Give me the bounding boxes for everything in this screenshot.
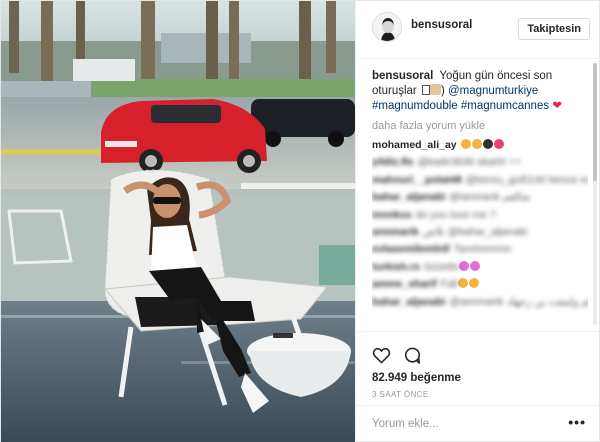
emoji-icon [457, 278, 468, 289]
emoji-face-icon [429, 84, 441, 95]
comment-text: Güzelin [423, 260, 460, 273]
caption-mention[interactable]: @magnumturkiye [448, 85, 538, 97]
action-icons [372, 344, 586, 366]
comment-username[interactable]: evlasemilemlnll [372, 243, 450, 255]
emoji-icon [468, 278, 479, 289]
emoji-icon [460, 139, 471, 149]
photo-scene [1, 1, 355, 442]
comment-username[interactable]: bahar_aljanabi [372, 191, 446, 203]
comment-row: annmarik نلاش @bahar_aljanabi [372, 224, 588, 241]
comment-text: Tanrimmmm [453, 243, 512, 256]
post-timestamp[interactable]: 3 SAAT ÖNCE [372, 390, 586, 399]
comment-text: @kadir3636 skarlrt ++ [417, 156, 521, 169]
add-comment-input[interactable] [372, 415, 552, 433]
heart-outline-icon[interactable] [372, 346, 391, 365]
comment-text: @kereu_gul5140 bence ici onlan cok daha … [465, 173, 588, 186]
comment-row: turkish.rs Güzelin [372, 259, 588, 276]
comment-row: bahar_aljanabi@annmarik لالعلم ولمفت بن … [372, 294, 588, 311]
comment-username[interactable]: yildiz.flx [372, 156, 413, 168]
comment-username[interactable]: turkish.rs [372, 261, 420, 273]
comment-text: @annmarik لالعلم ولمفت بن رحهك [449, 295, 588, 308]
comments-list[interactable]: bensusoral Yoğun gün öncesi son oturuşla… [356, 59, 600, 331]
comment-username[interactable]: annmarik [372, 226, 419, 238]
comment-bubble-icon[interactable] [403, 346, 422, 365]
caption-hashtag[interactable]: #magnumdouble [372, 100, 458, 112]
comment-row: mahnuri__polat48@kereu_gul5140 bence ici… [372, 172, 588, 189]
comment-row: evlasemilemlnll Tanrimmmm [372, 241, 588, 258]
avatar-image [373, 13, 401, 41]
comment-row: yildiz.flx @kadir3636 skarlrt ++ [372, 154, 588, 171]
post-photo[interactable] [1, 1, 355, 442]
comments-scrollbar[interactable] [593, 63, 597, 325]
comment-row: bahar_aljanabi @ianmarik شالقم [372, 189, 588, 206]
comment-rows: mohamed_ali_ay yildiz.flx @kadir3636 skarl… [372, 137, 588, 311]
emoji-icon [470, 260, 481, 271]
comment-username[interactable]: mahnuri__polat48 [372, 174, 462, 186]
header-username[interactable]: bensusoral [411, 19, 472, 31]
load-more-comments-link[interactable]: daha fazla yorum yükle [372, 120, 588, 132]
more-options-icon[interactable]: ••• [568, 414, 586, 430]
caption-hashtag[interactable]: #magnumcannes [461, 100, 549, 112]
emoji-icon [482, 139, 493, 149]
post-header: bensusoral Takiptesin [356, 1, 600, 59]
comment-username[interactable]: mohamed_ali_ay [372, 139, 457, 151]
emoji-icon [471, 139, 482, 149]
comment-row: mohamed_ali_ay [372, 137, 588, 154]
following-button[interactable]: Takiptesin [518, 18, 590, 40]
emoji-icon [459, 260, 470, 271]
post-caption: bensusoral Yoğun gün öncesi son oturuşla… [372, 70, 562, 112]
emoji-box-icon [421, 85, 430, 95]
caption-username[interactable]: bensusoral [372, 70, 433, 82]
instagram-post: bensusoral Takiptesin bensusoral Yoğun g… [0, 0, 600, 442]
red-heart-icon: ❤ [552, 100, 562, 112]
comment-text: do you love me ? [415, 208, 496, 221]
comment-row: amme_sharif Fall [372, 276, 588, 293]
avatar[interactable] [372, 12, 402, 42]
comment-username[interactable]: amme_sharif [372, 278, 437, 290]
comment-username[interactable]: bahar_aljanabi [372, 296, 446, 308]
scrollbar-thumb[interactable] [593, 63, 597, 181]
comment-text: نلاش @bahar_aljanabi [422, 226, 528, 239]
post-side-panel: bensusoral Takiptesin bensusoral Yoğun g… [355, 1, 600, 442]
add-comment-bar: ••• [356, 405, 600, 442]
emoji-icon [493, 139, 504, 149]
comment-row: mnnkss do you love me ? [372, 207, 588, 224]
comment-username[interactable]: mnnkss [372, 209, 412, 221]
comment-text: @ianmarik شالقم [449, 191, 531, 204]
comment-text: Fall [440, 278, 458, 291]
post-actions: 82.949 beğenme 3 SAAT ÖNCE [356, 331, 600, 411]
likes-count[interactable]: 82.949 beğenme [372, 372, 586, 384]
